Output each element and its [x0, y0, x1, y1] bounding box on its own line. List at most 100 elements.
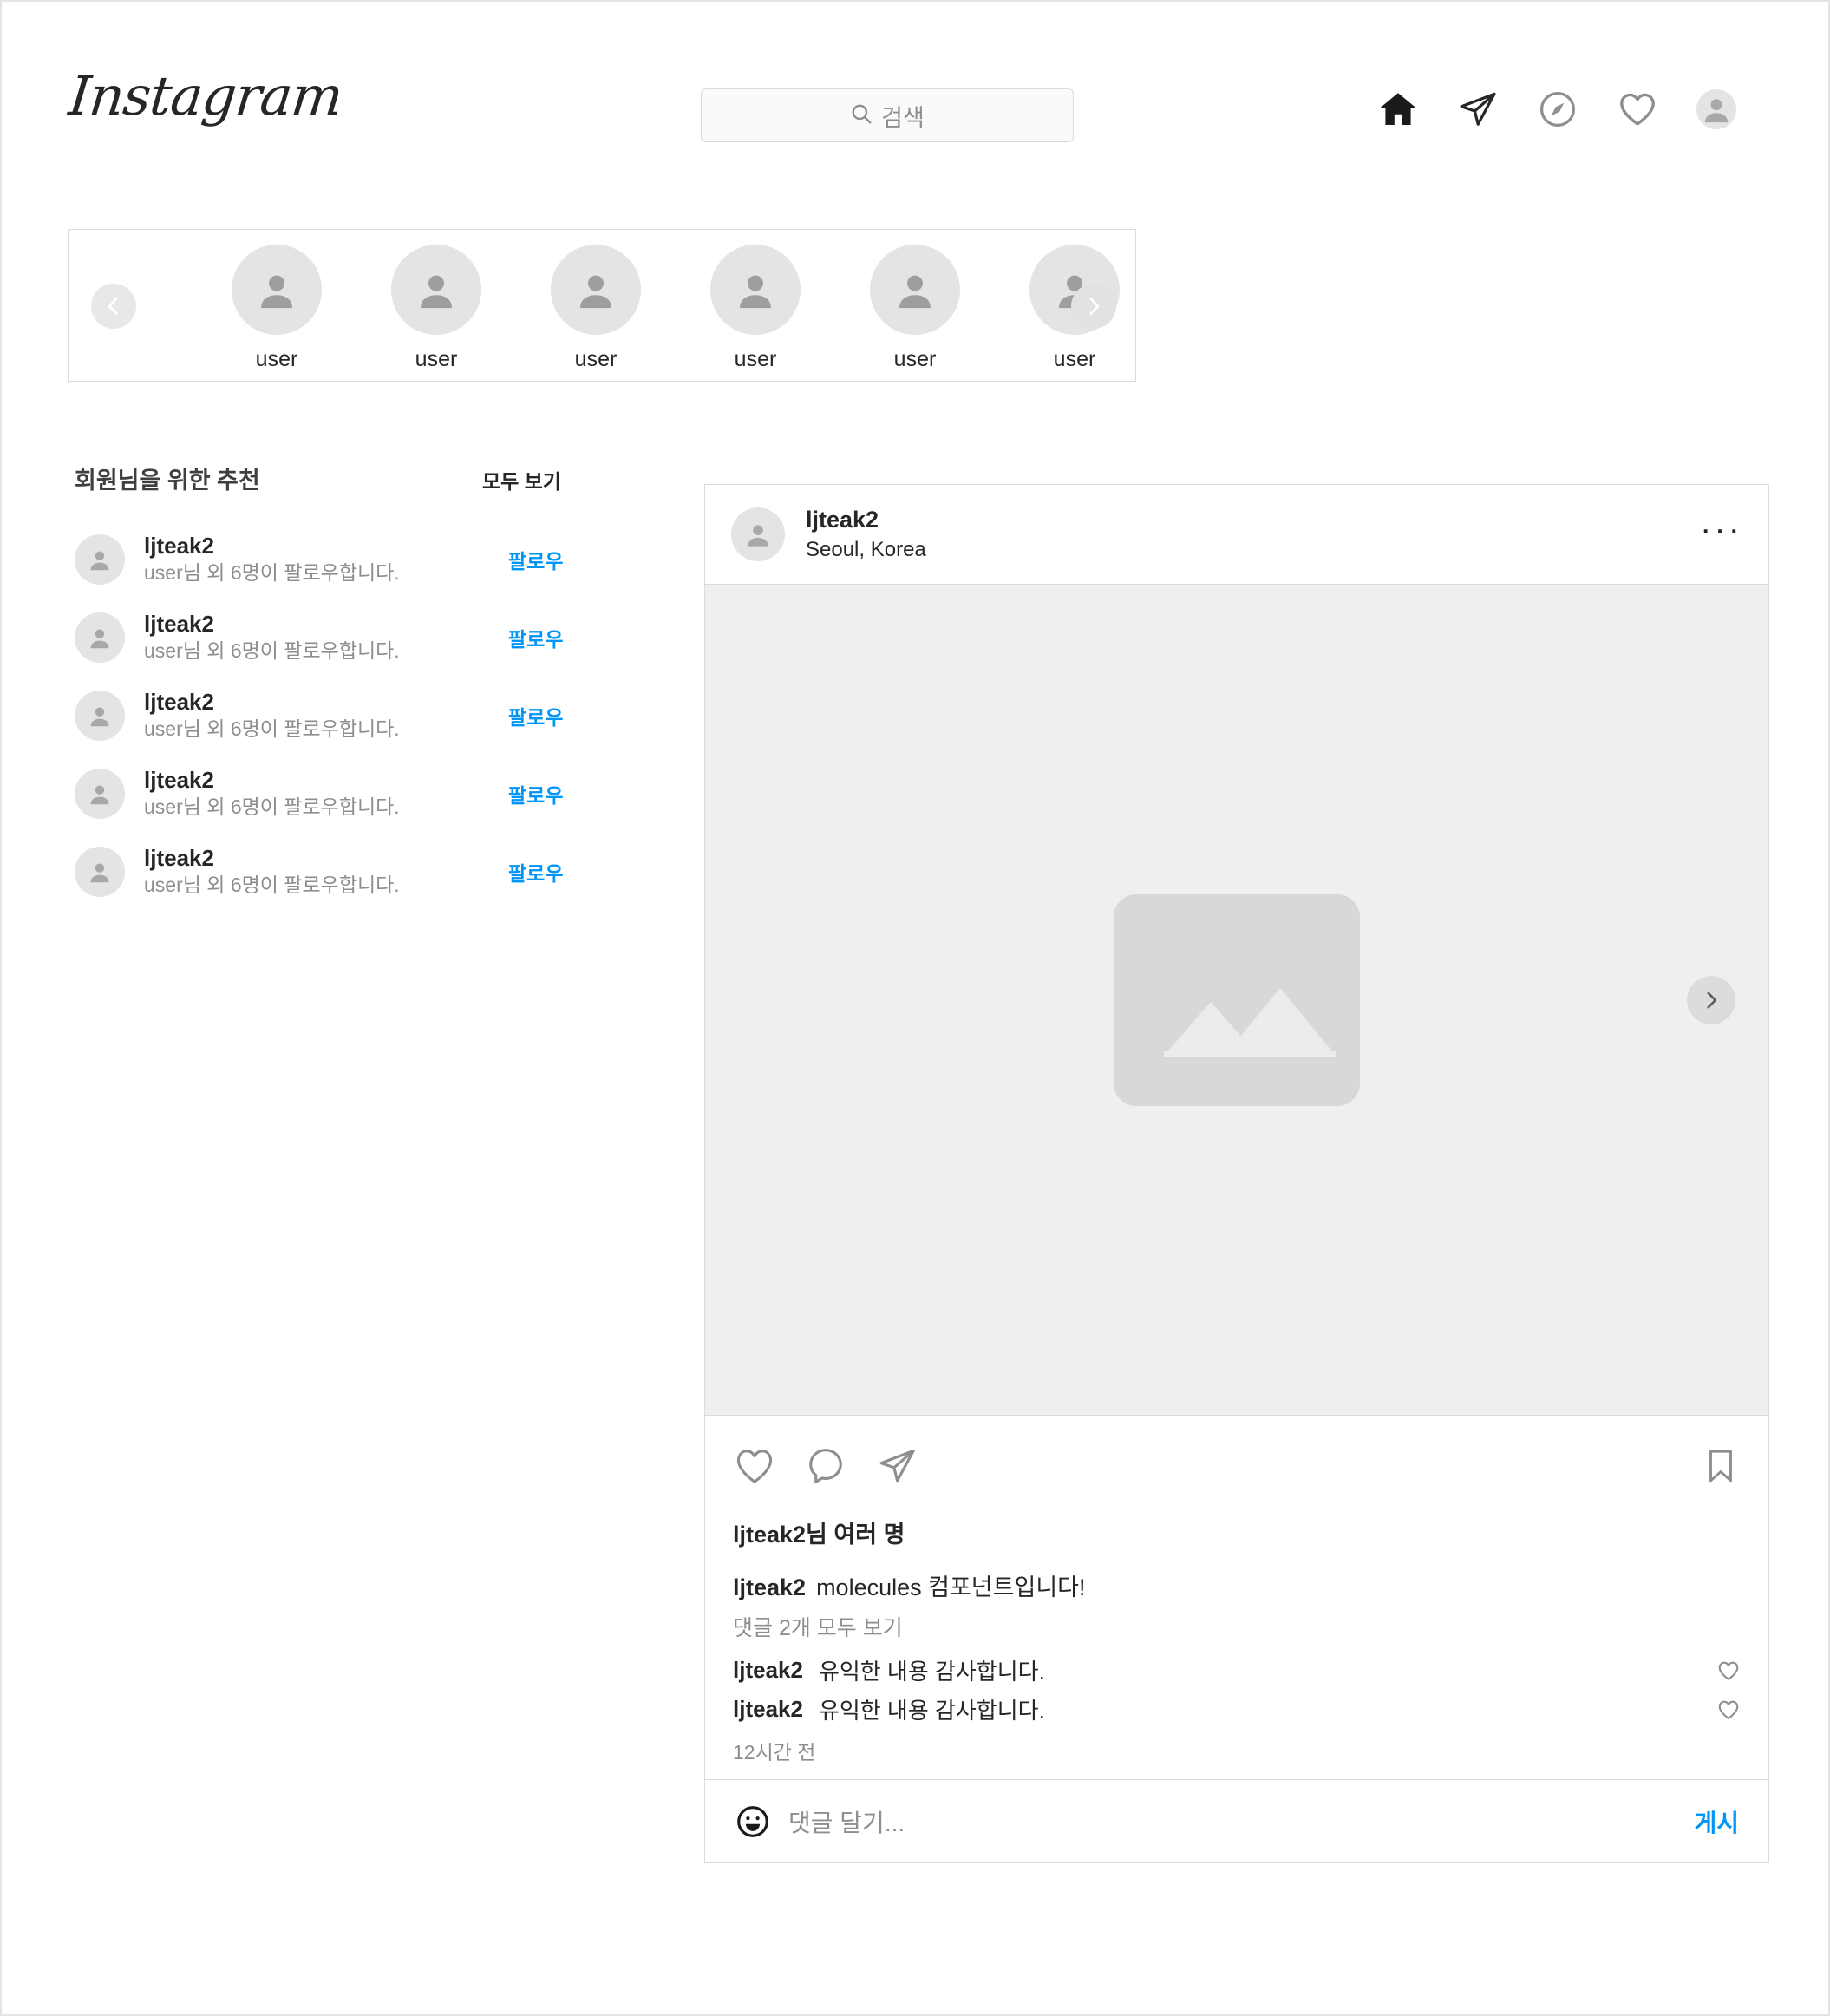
avatar: [75, 769, 125, 819]
suggestions-panel: 회원님을 위한 추천 모두 보기 ljteak2 user님 외 6명이 팔로우…: [75, 461, 612, 911]
list-item[interactable]: ljteak2 user님 외 6명이 팔로우합니다. 팔로우: [75, 755, 612, 833]
comment-bubble-icon[interactable]: [804, 1444, 847, 1488]
home-icon[interactable]: [1377, 88, 1419, 130]
stories-next-button[interactable]: [1071, 284, 1116, 329]
suggestion-text: ljteak2 user님 외 6명이 팔로우합니다.: [144, 611, 508, 665]
comment-text: 유익한 내용 감사합니다.: [818, 1698, 1045, 1724]
instagram-feed-page: Instagram 검색 user user user user user us…: [0, 0, 1830, 2016]
search-icon: [850, 102, 873, 129]
stories-prev-button[interactable]: [91, 284, 136, 329]
comment-row: ljteak2 유익한 내용 감사합니다.: [733, 1654, 1741, 1686]
suggestion-username[interactable]: ljteak2: [144, 611, 508, 638]
post-caption-username[interactable]: ljteak2: [733, 1574, 806, 1600]
avatar: [75, 691, 125, 741]
comment-like-heart-icon[interactable]: [1716, 1659, 1741, 1683]
story-username: user: [255, 346, 298, 371]
story-avatar: [710, 244, 801, 335]
suggestions-list: ljteak2 user님 외 6명이 팔로우합니다. 팔로우 ljteak2 …: [75, 520, 612, 911]
story-username: user: [734, 346, 777, 371]
heart-icon[interactable]: [733, 1444, 776, 1488]
comment-input-placeholder[interactable]: 댓글 달기...: [788, 1804, 1694, 1839]
story-item[interactable]: user: [356, 244, 516, 372]
story-username: user: [1053, 346, 1096, 371]
direct-send-icon[interactable]: [1457, 88, 1499, 130]
story-username: user: [415, 346, 458, 371]
follow-button[interactable]: 팔로우: [508, 701, 563, 730]
avatar: [75, 612, 125, 663]
post-likes-count[interactable]: ljteak2님 여러 명: [733, 1515, 1741, 1549]
send-paper-plane-icon[interactable]: [875, 1444, 918, 1488]
bookmark-icon[interactable]: [1701, 1446, 1741, 1486]
post-location[interactable]: Seoul, Korea: [806, 536, 1700, 563]
story-item[interactable]: user: [676, 244, 835, 372]
comment-input-bar[interactable]: 댓글 달기... 게시: [705, 1779, 1768, 1862]
avatar: [75, 534, 125, 585]
avatar[interactable]: [731, 507, 785, 561]
suggestion-text: ljteak2 user님 외 6명이 팔로우합니다.: [144, 845, 508, 900]
story-username: user: [893, 346, 937, 371]
suggestion-username[interactable]: ljteak2: [144, 533, 508, 560]
suggestion-text: ljteak2 user님 외 6명이 팔로우합니다.: [144, 767, 508, 821]
list-item[interactable]: ljteak2 user님 외 6명이 팔로우합니다. 팔로우: [75, 599, 612, 677]
suggestion-subtitle: user님 외 6명이 팔로우합니다.: [144, 561, 400, 585]
suggestion-subtitle: user님 외 6명이 팔로우합니다.: [144, 874, 400, 897]
follow-button[interactable]: 팔로우: [508, 857, 563, 887]
follow-button[interactable]: 팔로우: [508, 779, 563, 808]
post-timestamp: 12시간 전: [733, 1741, 816, 1764]
suggestions-see-all-link[interactable]: 모두 보기: [482, 465, 561, 494]
story-avatar: [551, 244, 641, 335]
suggestion-subtitle: user님 외 6명이 팔로우합니다.: [144, 795, 400, 819]
post-card: ljteak2 Seoul, Korea ··· ljteak2님 여러 명 l…: [704, 484, 1769, 1863]
instagram-logo[interactable]: Instagram: [66, 64, 345, 128]
comment-username[interactable]: ljteak2: [733, 1696, 803, 1723]
suggestion-username[interactable]: ljteak2: [144, 689, 508, 716]
list-item[interactable]: ljteak2 user님 외 6명이 팔로우합니다. 팔로우: [75, 833, 612, 911]
follow-button[interactable]: 팔로우: [508, 623, 563, 652]
suggestion-username[interactable]: ljteak2: [144, 845, 508, 872]
post-header-text: ljteak2 Seoul, Korea: [806, 506, 1700, 564]
story-item[interactable]: user: [835, 244, 995, 372]
suggestions-header: 회원님을 위한 추천 모두 보기: [75, 461, 612, 500]
post-caption: ljteak2 molecules 컴포넌트입니다!: [733, 1568, 1741, 1602]
post-header: ljteak2 Seoul, Korea ···: [705, 485, 1768, 584]
comment-text: 유익한 내용 감사합니다.: [818, 1659, 1045, 1685]
post-body: ljteak2님 여러 명 ljteak2 molecules 컴포넌트입니다! …: [705, 1515, 1768, 1779]
avatar: [75, 847, 125, 897]
story-username: user: [574, 346, 618, 371]
nav-icon-group: [1377, 88, 1736, 130]
top-navigation-bar: Instagram 검색: [2, 2, 1828, 191]
list-item[interactable]: ljteak2 user님 외 6명이 팔로우합니다. 팔로우: [75, 677, 612, 755]
image-placeholder-icon: [1114, 893, 1360, 1106]
post-next-image-button[interactable]: [1687, 975, 1735, 1024]
follow-button[interactable]: 팔로우: [508, 545, 563, 574]
post-more-options-icon[interactable]: ···: [1700, 512, 1742, 547]
suggestion-text: ljteak2 user님 외 6명이 팔로우합니다.: [144, 689, 508, 743]
post-username[interactable]: ljteak2: [806, 506, 1700, 533]
search-placeholder-text: 검색: [881, 104, 925, 131]
story-item[interactable]: user: [516, 244, 676, 372]
suggestion-username[interactable]: ljteak2: [144, 767, 508, 794]
post-media-area: [705, 584, 1768, 1415]
story-avatar: [232, 244, 322, 335]
suggestion-subtitle: user님 외 6명이 팔로우합니다.: [144, 639, 400, 663]
submit-comment-button[interactable]: 게시: [1694, 1804, 1739, 1839]
profile-avatar-icon[interactable]: [1696, 89, 1736, 129]
emoji-smiley-icon[interactable]: [735, 1803, 771, 1840]
post-action-bar: [705, 1415, 1768, 1515]
view-all-comments-link[interactable]: 댓글 2개 모두 보기: [733, 1611, 1741, 1642]
search-input[interactable]: 검색: [701, 88, 1074, 142]
story-avatar: [870, 244, 960, 335]
post-action-left-group: [733, 1444, 1701, 1488]
suggestion-text: ljteak2 user님 외 6명이 팔로우합니다.: [144, 533, 508, 587]
story-avatar: [391, 244, 481, 335]
comment-like-heart-icon[interactable]: [1716, 1698, 1741, 1722]
list-item[interactable]: ljteak2 user님 외 6명이 팔로우합니다. 팔로우: [75, 520, 612, 599]
stories-carousel: user user user user user user: [68, 229, 1136, 382]
suggestions-title: 회원님을 위한 추천: [75, 468, 260, 494]
compass-explore-icon[interactable]: [1537, 88, 1578, 130]
comment-username[interactable]: ljteak2: [733, 1657, 803, 1684]
heart-activity-icon[interactable]: [1617, 88, 1658, 130]
comment-row: ljteak2 유익한 내용 감사합니다.: [733, 1693, 1741, 1725]
story-item[interactable]: user: [197, 244, 356, 372]
stories-list: user user user user user user: [197, 244, 1154, 372]
